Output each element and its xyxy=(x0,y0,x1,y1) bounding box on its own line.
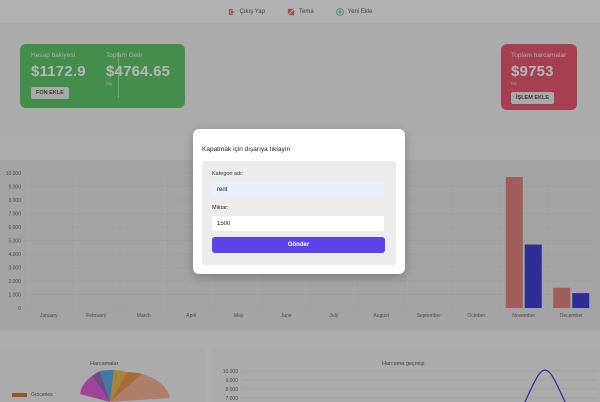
amount-input[interactable] xyxy=(212,216,384,231)
dashboard-page: Çıkış Yap Tema Yeni Ekle Hesap bakiyesi … xyxy=(0,0,600,402)
submit-button[interactable]: Gönder xyxy=(212,237,385,253)
category-label: Kategori adı: xyxy=(212,171,244,177)
category-input[interactable] xyxy=(212,182,384,197)
amount-label: Miktar: xyxy=(212,205,229,211)
add-expense-modal: Kapatmak için dışarıya tıklayın Kategori… xyxy=(193,129,405,274)
modal-title: Kapatmak için dışarıya tıklayın xyxy=(202,146,291,153)
expense-form: Kategori adı: Miktar: Gönder xyxy=(202,161,396,265)
